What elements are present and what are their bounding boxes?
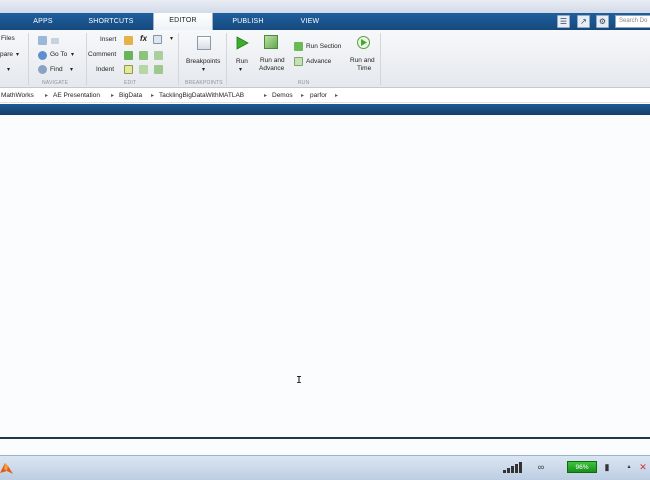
files-button[interactable]: Files	[1, 35, 15, 42]
power-icon[interactable]: ▮	[602, 461, 612, 473]
panel-title-bar	[0, 104, 650, 115]
insert-function-icon[interactable]: fx	[140, 34, 147, 43]
outdent-icon[interactable]	[154, 65, 163, 74]
run-dropdown-icon[interactable]: ▾	[239, 66, 242, 73]
edit-section-label: EDIT	[124, 80, 137, 86]
run-and-advance-line2[interactable]: Advance	[259, 65, 284, 72]
run-button[interactable]: Run	[236, 58, 248, 65]
breadcrumb-item-ae-presentation[interactable]: AE Presentation	[53, 89, 100, 103]
tab-editor[interactable]: EDITOR	[153, 13, 213, 30]
section-divider	[226, 33, 227, 85]
window-title-strip	[0, 0, 650, 13]
section-divider	[178, 33, 179, 85]
breakpoints-dropdown-icon[interactable]: ▾	[202, 66, 205, 73]
tab-shortcuts[interactable]: SHORTCUTS	[82, 14, 140, 30]
breadcrumb-item-mathworks[interactable]: MathWorks	[1, 89, 34, 103]
compare-dropdown-icon[interactable]: ▾	[16, 51, 19, 58]
section-divider	[380, 33, 381, 85]
find-icon	[38, 65, 47, 74]
tray-expand-icon[interactable]: ▴	[624, 461, 634, 473]
help-icon[interactable]: ☰	[557, 15, 570, 28]
breakpoints-button[interactable]: Breakpoints	[186, 58, 220, 65]
breadcrumb-item-parfor[interactable]: parfor	[310, 89, 327, 103]
breadcrumb-separator-icon[interactable]: ▸	[301, 89, 304, 103]
navigate-section-label: NAVIGATE	[42, 80, 69, 86]
breakpoints-icon[interactable]	[197, 36, 211, 50]
go-to-icon	[38, 51, 47, 60]
insert-struct-icon[interactable]	[153, 35, 162, 44]
text-cursor-icon: I	[296, 375, 303, 386]
back-icon[interactable]	[38, 36, 47, 45]
indent-button[interactable]: Indent	[96, 66, 114, 73]
network-icon[interactable]: ∞	[536, 461, 546, 473]
insert-section-icon[interactable]	[124, 36, 133, 45]
search-documentation-input[interactable]: Search Do	[615, 15, 650, 28]
taskbar: ∞ 96% ▮ ▴ ✕	[0, 455, 650, 480]
breadcrumb: MathWorks ▸ AE Presentation ▸ BigData ▸ …	[0, 89, 650, 103]
run-and-time-line2[interactable]: Time	[357, 65, 371, 72]
run-section-button[interactable]: Run Section	[306, 43, 341, 50]
breadcrumb-item-bigdata[interactable]: BigData	[119, 89, 142, 103]
tab-apps[interactable]: APPS	[22, 14, 64, 30]
wrap-comments-icon[interactable]	[154, 51, 163, 60]
undock-icon[interactable]: ↗	[577, 15, 590, 28]
print-dropdown-icon[interactable]: ▾	[7, 66, 10, 73]
status-area	[0, 439, 650, 455]
advance-button[interactable]: Advance	[306, 58, 331, 65]
run-section-icon	[294, 42, 303, 51]
breadcrumb-separator-icon[interactable]: ▸	[264, 89, 267, 103]
run-icon[interactable]	[235, 36, 249, 50]
insert-button[interactable]: Insert	[100, 36, 116, 43]
comment-icon[interactable]	[124, 51, 133, 60]
section-divider	[28, 33, 29, 85]
close-icon[interactable]: ✕	[638, 461, 648, 473]
uncomment-icon[interactable]	[139, 51, 148, 60]
run-and-time-icon[interactable]	[356, 35, 371, 50]
editor-area[interactable]	[0, 115, 650, 438]
breakpoints-section-label: BREAKPOINTS	[185, 80, 223, 86]
signal-strength-icon[interactable]	[503, 461, 527, 473]
breadcrumb-separator-icon[interactable]: ▸	[151, 89, 154, 103]
forward-icon[interactable]	[51, 38, 59, 44]
breadcrumb-separator-icon[interactable]: ▸	[111, 89, 114, 103]
matlab-icon[interactable]	[0, 460, 13, 475]
battery-indicator[interactable]: 96%	[567, 461, 597, 473]
run-section-label: RUN	[298, 80, 310, 86]
run-and-advance-line1[interactable]: Run and	[260, 57, 285, 64]
comment-button[interactable]: Comment	[88, 51, 116, 58]
breadcrumb-separator-icon[interactable]: ▸	[45, 89, 48, 103]
breadcrumb-separator-icon[interactable]: ▸	[335, 89, 338, 103]
run-and-advance-icon[interactable]	[264, 35, 278, 49]
tab-view[interactable]: VIEW	[285, 14, 335, 30]
find-dropdown-icon[interactable]: ▾	[70, 66, 73, 73]
run-and-time-line1[interactable]: Run and	[350, 57, 375, 64]
smart-indent-icon[interactable]	[124, 65, 133, 74]
go-to-button[interactable]: Go To	[50, 51, 67, 58]
indent-icon[interactable]	[139, 65, 148, 74]
ribbon-tab-bar: APPS SHORTCUTS EDITOR PUBLISH VIEW ☰ ↗ ⚙…	[0, 13, 650, 30]
advance-icon	[294, 57, 303, 66]
insert-dropdown-icon[interactable]: ▾	[170, 35, 173, 42]
compare-button[interactable]: pare	[0, 51, 13, 58]
tab-publish[interactable]: PUBLISH	[221, 14, 275, 30]
go-to-dropdown-icon[interactable]: ▾	[71, 51, 74, 58]
find-button[interactable]: Find	[50, 66, 63, 73]
breadcrumb-item-tacklingbigdata[interactable]: TacklingBigDataWithMATLAB	[159, 89, 244, 103]
breadcrumb-item-demos[interactable]: Demos	[272, 89, 293, 103]
settings-icon[interactable]: ⚙	[596, 15, 609, 28]
section-divider	[86, 33, 87, 85]
